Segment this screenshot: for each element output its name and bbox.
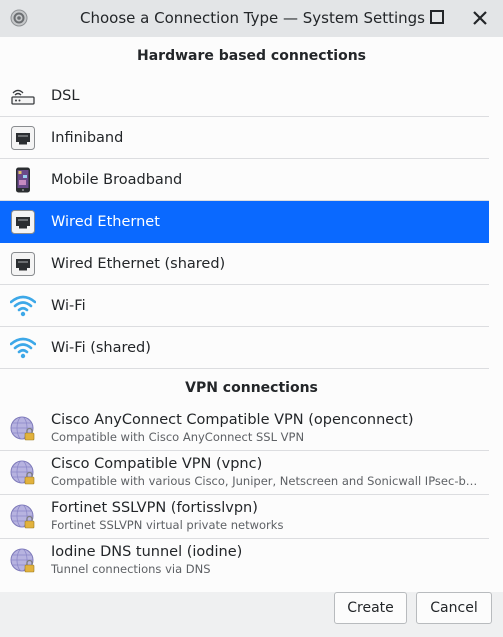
network-port-icon [10, 125, 36, 151]
scrollbar[interactable] [489, 37, 503, 592]
vpn-globe-lock-icon [10, 548, 36, 574]
cancel-button[interactable]: Cancel [416, 592, 492, 624]
list-item-label: Wired Ethernet [51, 214, 160, 230]
list-item-label: Wi-Fi [51, 298, 86, 314]
close-icon[interactable] [473, 11, 487, 25]
dsl-modem-icon [11, 89, 35, 105]
list-item-dsl[interactable]: DSL [0, 75, 489, 117]
vpn-section-header: VPN connections [185, 380, 318, 396]
list-item-label: Iodine DNS tunnel (iodine) [51, 544, 243, 560]
list-item-iodine[interactable]: Iodine DNS tunnel (iodine) Tunnel connec… [0, 539, 489, 583]
vpn-globe-lock-icon [10, 460, 36, 486]
list-item-description: Compatible with Cisco AnyConnect SSL VPN [51, 430, 305, 444]
list-item-description: Tunnel connections via DNS [51, 562, 211, 576]
list-item-label: Fortinet SSLVPN (fortisslvpn) [51, 500, 258, 516]
hardware-section-header: Hardware based connections [137, 48, 366, 64]
wifi-icon [10, 293, 36, 319]
list-item-wifi-shared[interactable]: Wi-Fi (shared) [0, 327, 489, 369]
list-item-description: Compatible with various Cisco, Juniper, … [51, 474, 483, 488]
maximize-icon[interactable] [430, 10, 444, 24]
list-item-wired-ethernet[interactable]: Wired Ethernet [0, 201, 489, 243]
gear-app-icon [10, 9, 28, 27]
list-item-mobile-broadband[interactable]: Mobile Broadband [0, 159, 489, 201]
network-port-icon [10, 251, 36, 277]
network-port-icon [10, 209, 36, 235]
list-item-label: Infiniband [51, 130, 124, 146]
window-title: Choose a Connection Type — System Settin… [80, 9, 425, 27]
list-item-wifi[interactable]: Wi-Fi [0, 285, 489, 327]
list-item-wired-ethernet-shared[interactable]: Wired Ethernet (shared) [0, 243, 489, 285]
list-item-label: Cisco Compatible VPN (vpnc) [51, 456, 263, 472]
list-item-label: DSL [51, 88, 80, 104]
title-bar: Choose a Connection Type — System Settin… [0, 0, 503, 38]
connection-type-list: Hardware based connections DSL Infiniban… [0, 37, 503, 592]
wifi-icon [10, 335, 36, 361]
vpn-globe-lock-icon [10, 504, 36, 530]
list-item-fortisslvpn[interactable]: Fortinet SSLVPN (fortisslvpn) Fortinet S… [0, 495, 489, 539]
list-item-label: Wi-Fi (shared) [51, 340, 151, 356]
mobile-phone-icon [16, 167, 30, 193]
create-button[interactable]: Create [334, 592, 407, 624]
list-item-label: Mobile Broadband [51, 172, 183, 188]
list-item-description: Fortinet SSLVPN virtual private networks [51, 518, 284, 532]
vpn-globe-lock-icon [10, 416, 36, 442]
list-item-infiniband[interactable]: Infiniband [0, 117, 489, 159]
list-item-label: Cisco AnyConnect Compatible VPN (opencon… [51, 412, 414, 428]
list-item-vpnc[interactable]: Cisco Compatible VPN (vpnc) Compatible w… [0, 451, 489, 495]
list-item-openconnect[interactable]: Cisco AnyConnect Compatible VPN (opencon… [0, 407, 489, 451]
list-item-label: Wired Ethernet (shared) [51, 256, 226, 272]
